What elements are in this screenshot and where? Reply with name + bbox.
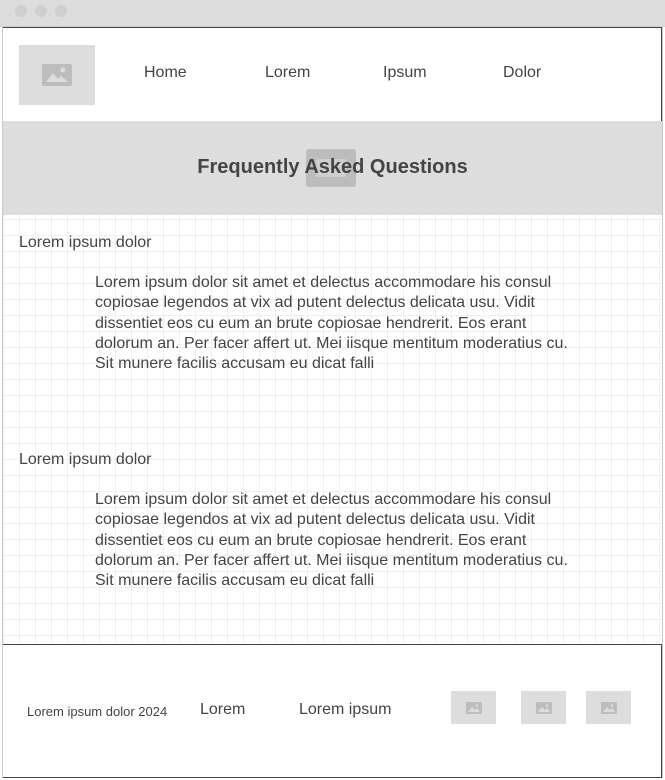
copyright-text: Lorem ipsum dolor 2024: [27, 704, 168, 719]
site-header: Home Lorem Ipsum Dolor: [3, 27, 662, 121]
hero-banner: Frequently Asked Questions: [3, 121, 662, 215]
window-minimize-dot-icon[interactable]: [35, 5, 47, 17]
site-footer: Lorem ipsum dolor 2024 Lorem Lorem ipsum: [3, 644, 662, 778]
social-link-2[interactable]: [521, 691, 566, 724]
faq-question: Lorem ipsum dolor: [19, 234, 152, 251]
page: Home Lorem Ipsum Dolor Frequently Asked …: [0, 0, 665, 780]
logo[interactable]: [19, 45, 95, 105]
page-title: Frequently Asked Questions: [197, 156, 468, 178]
footer-lorem-ipsum-link[interactable]: Lorem ipsum: [299, 701, 391, 719]
faq-answer: Lorem ipsum dolor sit amet et delectus a…: [95, 491, 568, 590]
window-maximize-dot-icon[interactable]: [55, 5, 67, 17]
window-close-dot-icon[interactable]: [15, 5, 27, 17]
social-link-1[interactable]: [451, 691, 496, 724]
faq-question: Lorem ipsum dolor: [19, 451, 152, 468]
image-placeholder-icon: [535, 701, 552, 714]
footer-lorem-link[interactable]: Lorem: [200, 701, 245, 719]
nav-home-link[interactable]: Home: [144, 64, 187, 82]
image-placeholder-icon: [465, 701, 482, 714]
nav-dolor-link[interactable]: Dolor: [503, 64, 541, 82]
faq-answer: Lorem ipsum dolor sit amet et delectus a…: [95, 274, 568, 373]
image-placeholder-icon: [600, 701, 617, 714]
page-frame: Home Lorem Ipsum Dolor Frequently Asked …: [2, 27, 663, 778]
browser-titlebar: [0, 0, 665, 27]
nav-ipsum-link[interactable]: Ipsum: [383, 64, 427, 82]
nav-lorem-link[interactable]: Lorem: [265, 64, 310, 82]
image-placeholder-icon: [42, 64, 72, 86]
social-link-3[interactable]: [586, 691, 631, 724]
